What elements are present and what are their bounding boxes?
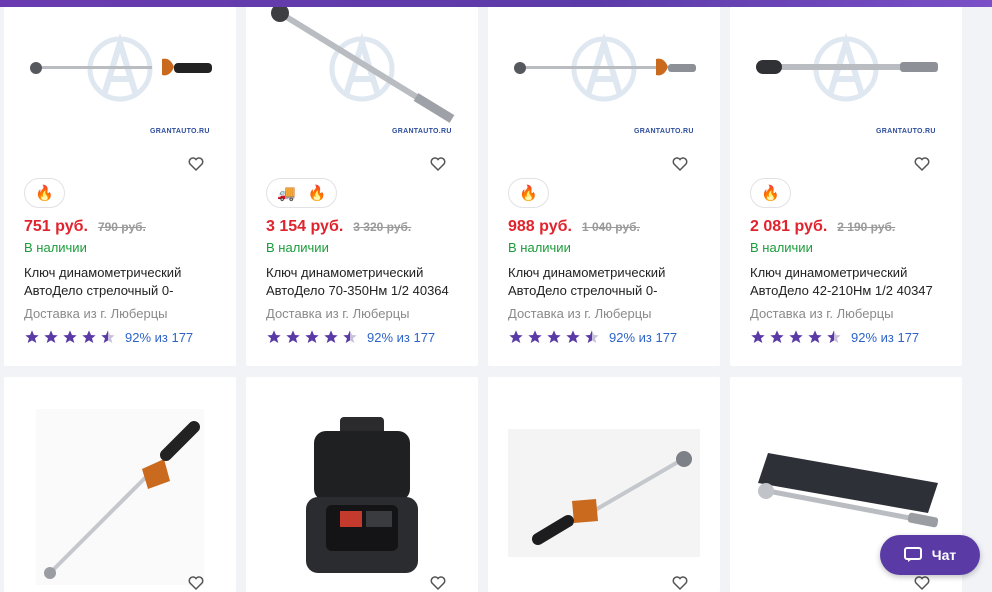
availability-label: В наличии [266, 240, 329, 255]
star-icon [305, 330, 319, 343]
price-block: 988 руб. 1 040 руб. [508, 218, 640, 236]
chat-button[interactable]: Чат [880, 535, 980, 575]
star-icon [770, 330, 784, 343]
heart-icon[interactable] [187, 574, 205, 592]
star-icon [324, 330, 338, 343]
rating-text[interactable]: 92% из 177 [851, 330, 919, 345]
truck-icon: 🚚 [277, 185, 296, 202]
product-card[interactable]: GRANTAUTO.RU 🚚 🔥 3 154 руб. 3 320 руб. В… [246, 7, 478, 366]
product-image-digital-adapter-case[interactable] [296, 417, 428, 577]
watermark-suffix: .RU [680, 128, 694, 135]
fire-icon: 🔥 [35, 185, 54, 202]
price-current: 3 154 руб. [266, 218, 344, 235]
watermark-grantauto: GRANTAUTO.RU [634, 128, 694, 135]
availability-label: В наличии [508, 240, 571, 255]
heart-icon[interactable] [187, 155, 205, 173]
product-card[interactable] [246, 377, 478, 592]
star-icon [44, 330, 58, 343]
product-badges: 🔥 [24, 178, 65, 208]
rating-row[interactable]: 92% из 177 [24, 329, 193, 345]
watermark-brand: GRANTAUTO [392, 128, 439, 135]
heart-icon[interactable] [671, 155, 689, 173]
heart-icon[interactable] [913, 155, 931, 173]
product-image-click-wrench[interactable] [266, 7, 458, 147]
product-badges: 🔥 [508, 178, 549, 208]
product-card[interactable] [4, 377, 236, 592]
fire-icon: 🔥 [519, 185, 538, 202]
star-icon [25, 330, 39, 343]
watermark-brand: GRANTAUTO [150, 128, 197, 135]
watermark-grantauto: GRANTAUTO.RU [876, 128, 936, 135]
heart-icon[interactable] [429, 155, 447, 173]
watermark-suffix: .RU [438, 128, 452, 135]
product-card[interactable]: GRANTAUTO.RU 🔥 751 руб. 790 руб. В налич… [4, 7, 236, 366]
rating-text[interactable]: 92% из 177 [125, 330, 193, 345]
chat-icon [903, 547, 922, 562]
watermark-grantauto: GRANTAUTO.RU [150, 128, 210, 135]
watermark-suffix: .RU [922, 128, 936, 135]
delivery-info: Доставка из г. Люберцы [750, 306, 894, 321]
price-old: 3 320 руб. [353, 220, 412, 234]
star-icon [63, 330, 77, 343]
star-icon [789, 330, 803, 343]
heart-icon[interactable] [671, 574, 689, 592]
star-icon [82, 330, 96, 343]
heart-icon[interactable] [913, 574, 931, 592]
product-title[interactable]: Ключ динамометрический АвтоДело 42-210Нм… [750, 264, 950, 300]
product-title[interactable]: Ключ динамометрический АвтоДело 70-350Нм… [266, 264, 466, 300]
star-icon [751, 330, 765, 343]
half-star-icon [827, 330, 841, 343]
product-image-beam-wrench-angled[interactable] [508, 429, 700, 557]
product-card[interactable]: GRANTAUTO.RU 🔥 988 руб. 1 040 руб. В нал… [488, 7, 720, 366]
rating-row[interactable]: 92% из 177 [508, 329, 677, 345]
price-current: 988 руб. [508, 218, 572, 235]
price-old: 1 040 руб. [581, 220, 640, 234]
product-badges: 🔥 [750, 178, 791, 208]
product-image-beam-wrench[interactable] [36, 409, 204, 585]
product-title[interactable]: Ключ динамометрический АвтоДело стрелочн… [24, 264, 224, 300]
heart-icon[interactable] [429, 574, 447, 592]
star-icon [267, 330, 281, 343]
watermark-grantauto: GRANTAUTO.RU [392, 128, 452, 135]
star-icon [566, 330, 580, 343]
rating-row[interactable]: 92% из 177 [266, 329, 435, 345]
half-star-icon [585, 330, 599, 343]
product-card[interactable] [488, 377, 720, 592]
half-star-icon [343, 330, 357, 343]
fire-icon: 🔥 [307, 185, 327, 202]
price-block: 2 081 руб. 2 190 руб. [750, 218, 895, 236]
rating-text[interactable]: 92% из 177 [367, 330, 435, 345]
delivery-info: Доставка из г. Люберцы [24, 306, 168, 321]
chat-label: Чат [931, 547, 957, 563]
price-block: 3 154 руб. 3 320 руб. [266, 218, 411, 236]
product-title[interactable]: Ключ динамометрический АвтоДело стрелочн… [508, 264, 708, 300]
delivery-info: Доставка из г. Люберцы [508, 306, 652, 321]
star-icon [528, 330, 542, 343]
watermark-brand: GRANTAUTO [634, 128, 681, 135]
rating-row[interactable]: 92% из 177 [750, 329, 919, 345]
product-card[interactable]: GRANTAUTO.RU 🔥 2 081 руб. 2 190 руб. В н… [730, 7, 962, 366]
price-old: 2 190 руб. [837, 220, 896, 234]
star-icon [808, 330, 822, 343]
price-current: 751 руб. [24, 218, 88, 235]
star-icon [286, 330, 300, 343]
availability-label: В наличии [750, 240, 813, 255]
price-old: 790 руб. [97, 220, 146, 234]
product-badges: 🚚 🔥 [266, 178, 338, 208]
watermark-brand: GRANTAUTO [876, 128, 923, 135]
availability-label: В наличии [24, 240, 87, 255]
star-icon [547, 330, 561, 343]
fire-icon: 🔥 [761, 185, 780, 202]
top-accent-bar [0, 0, 992, 7]
product-image-beam-wrench[interactable] [508, 7, 700, 147]
half-star-icon [101, 330, 115, 343]
price-current: 2 081 руб. [750, 218, 828, 235]
delivery-info: Доставка из г. Люберцы [266, 306, 410, 321]
product-image-beam-wrench[interactable] [24, 7, 216, 147]
product-image-click-wrench[interactable] [750, 7, 942, 147]
rating-text[interactable]: 92% из 177 [609, 330, 677, 345]
watermark-suffix: .RU [196, 128, 210, 135]
star-icon [509, 330, 523, 343]
price-block: 751 руб. 790 руб. [24, 218, 146, 236]
